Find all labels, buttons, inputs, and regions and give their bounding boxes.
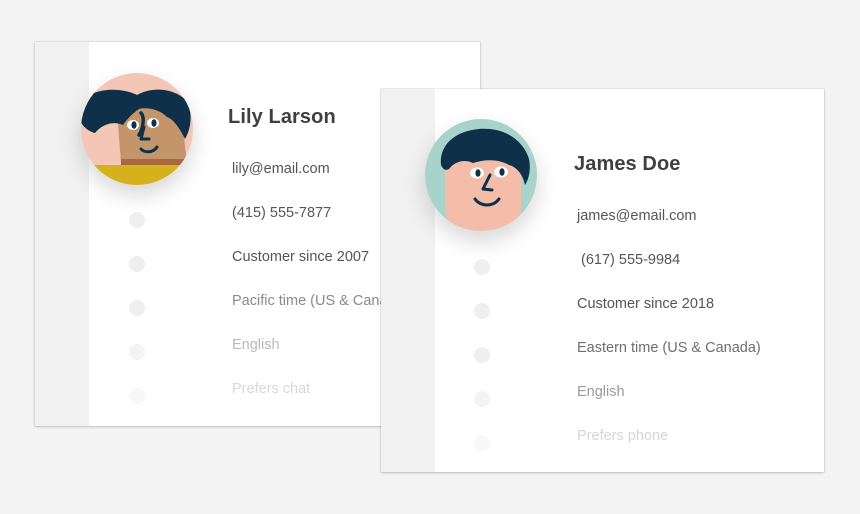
- phone-icon: [129, 212, 145, 228]
- email-value[interactable]: lily@email.com: [232, 159, 330, 179]
- clock-icon: [474, 347, 490, 363]
- phone-icon: [474, 259, 490, 275]
- clock-icon: [129, 300, 145, 316]
- phone-value[interactable]: (617) 555-9984: [577, 250, 680, 270]
- preference-value: Prefers chat: [232, 381, 311, 397]
- customer-since-value: Customer since 2018: [577, 296, 715, 312]
- globe-icon: [129, 344, 145, 360]
- customer-name: Lily Larson: [228, 106, 336, 128]
- card-side-rail: [381, 89, 435, 472]
- phone-value[interactable]: (415) 555-7877: [232, 203, 331, 223]
- customer-since-value: Customer since 2007: [232, 249, 370, 265]
- customer-card-james[interactable]: James Doe james@email.com (617) 555-9984…: [381, 89, 824, 472]
- language-value: English: [232, 337, 280, 353]
- globe-icon: [474, 391, 490, 407]
- calendar-icon: [129, 256, 145, 272]
- preference-value: Prefers phone: [577, 428, 669, 444]
- email-value[interactable]: james@email.com: [577, 206, 696, 226]
- calendar-icon: [474, 303, 490, 319]
- customer-name: James Doe: [574, 153, 681, 175]
- timezone-value: Eastern time (US & Canada): [577, 340, 761, 356]
- card-side-rail: [35, 42, 89, 426]
- chat-icon: [129, 388, 145, 404]
- language-value: English: [577, 384, 625, 400]
- phone-pref-icon: [474, 435, 490, 451]
